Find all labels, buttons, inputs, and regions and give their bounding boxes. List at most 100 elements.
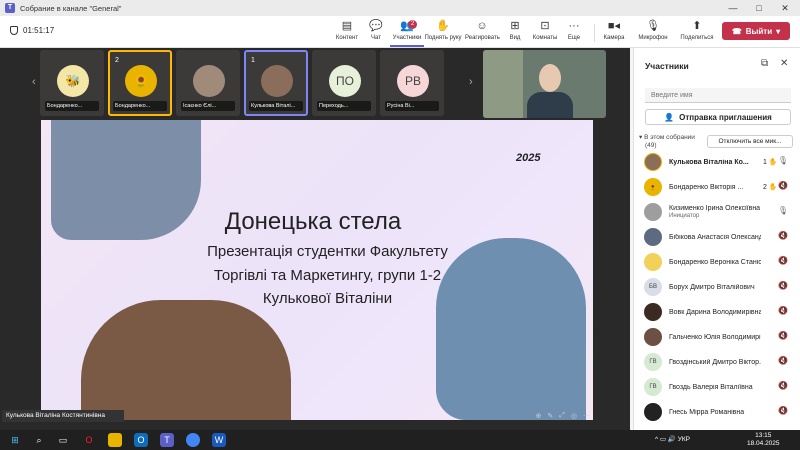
participants-button[interactable]: 👥 2 Участники (390, 20, 424, 47)
opera-icon[interactable]: O (82, 433, 96, 447)
chevron-up-icon[interactable]: ^ (655, 436, 658, 443)
pen-icon[interactable]: ✎ (547, 412, 553, 422)
mic-off-icon: 🔇 (778, 331, 788, 340)
react-label: Реагировать (465, 35, 500, 41)
chrome-icon[interactable] (186, 433, 200, 447)
participants-label: Участники (392, 35, 422, 41)
leave-label: Выйти (745, 26, 773, 36)
tile-name: Кулькова Віталі... (249, 101, 303, 111)
tile-name: Русіна Ві... (385, 101, 439, 111)
share-button[interactable]: ⬆ Поделиться (680, 20, 714, 41)
participants-badge: 2 (408, 20, 417, 29)
raise-hand-button[interactable]: ✋ Поднять руку (423, 20, 463, 41)
volume-icon[interactable]: 🔊 (668, 436, 676, 443)
clock-time: 13:15 (755, 432, 772, 439)
more-button[interactable]: ··· Еще (557, 20, 591, 41)
participant-row[interactable]: ГВ Гвоздь Валерія Віталіївна 🔇 (644, 376, 794, 398)
minimize-button[interactable]: — (720, 0, 746, 16)
participant-name-text: Кизименко Ірина Олексіївна (669, 205, 761, 212)
hand-count: 2 (763, 184, 767, 191)
close-window-button[interactable]: ✕ (772, 0, 798, 16)
participant-row[interactable]: ГВ Гвоздінський Дмитро Віктор... 🔇 (644, 351, 794, 373)
outlook-icon[interactable]: O (134, 433, 148, 447)
view-button[interactable]: ⊞ Вид (498, 20, 532, 41)
participants-panel: Участники ⧉ ✕ Введите имя 👤 Отправка при… (633, 48, 800, 430)
mic-off-icon: 🔇 (778, 356, 788, 365)
participant-tile[interactable]: 1 Кулькова Віталі... (244, 50, 308, 116)
mic-off-icon: 🔇 (778, 256, 788, 265)
section-header[interactable]: ▾ В этом собрании (49) (639, 134, 695, 150)
popout-icon[interactable]: ⧉ (761, 58, 768, 69)
participant-row[interactable]: Бібікова Анастасія Олександ... 🔇 (644, 226, 794, 248)
participant-row[interactable]: Кулькова Віталіна Ко... 1 ✋ 🎙 (644, 151, 794, 173)
network-icon[interactable]: ▭ (660, 436, 666, 443)
participant-row[interactable]: Вовк Дарина Володимирівна 🔇 (644, 301, 794, 323)
panel-title: Участники (645, 61, 689, 71)
close-icon[interactable]: ✕ (780, 58, 788, 69)
teams-taskbar-icon[interactable]: T (160, 433, 174, 447)
participant-row[interactable]: Кизименко Ірина Олексіївна Инициатор 🎙 (644, 201, 794, 223)
participant-name: Бібікова Анастасія Олександ... (669, 233, 761, 241)
slide-subtitle-line3: Кулькової Віталіни (262, 290, 393, 307)
invite-button[interactable]: 👤 Отправка приглашения (645, 109, 791, 125)
participant-row[interactable]: Гнесь Мірра Романівна 🔇 (644, 401, 794, 423)
thumbnail-strip: 🐝 Бондаренко... 2 🌻 Бондаренко... Ісаєнк… (40, 50, 478, 118)
chat-button[interactable]: 💬 Чат (359, 20, 393, 41)
participant-tile[interactable]: ПО Переходь... (312, 50, 376, 116)
mute-all-button[interactable]: Отключить все мик... (707, 135, 793, 148)
chevron-right-icon[interactable]: › (469, 76, 473, 88)
avatar (261, 65, 293, 97)
mic-off-icon: 🔇 (778, 381, 788, 390)
participant-tile[interactable]: РВ Русіна Ві... (380, 50, 444, 116)
camera-background (483, 50, 523, 118)
meeting-timer: 01:51:17 (10, 26, 54, 35)
mic-off-icon: 🔇 (778, 306, 788, 315)
share-icon: ⬆ (692, 20, 702, 32)
participant-row[interactable]: 🌻 Бондаренко Вікторія ... 2 ✋ 🔇 (644, 176, 794, 198)
camera-label: Камера (603, 35, 625, 41)
participant-row[interactable]: Гальченко Юлія Володимирі... 🔇 (644, 326, 794, 348)
participant-name: Гальченко Юлія Володимирі... (669, 333, 761, 341)
chat-icon: 💬 (369, 20, 383, 32)
presenter-camera (483, 50, 606, 118)
fit-icon[interactable]: ⤢ (559, 412, 565, 422)
camera-button[interactable]: ■◂ Камера (597, 20, 631, 41)
pointer-icon[interactable]: ◎ (571, 412, 577, 422)
maximize-button[interactable]: □ (746, 0, 772, 16)
search-icon[interactable]: ⌕ (32, 433, 46, 447)
participant-name: Гнесь Мірра Романівна (669, 408, 745, 416)
tile-name: Ісаєнко Єлі... (181, 101, 235, 111)
clock[interactable]: 13:15 18.04.2025 (747, 432, 780, 448)
slide-title: Донецька стела (224, 208, 402, 235)
system-tray: ^ ▭ 🔊 УКР (655, 435, 690, 443)
avatar (644, 203, 662, 221)
react-button[interactable]: ☺ Реагировать (465, 20, 500, 41)
shield-icon (10, 26, 18, 35)
participant-tile[interactable]: Ісаєнко Єлі... (176, 50, 240, 116)
participant-tile[interactable]: 🐝 Бондаренко... (40, 50, 104, 116)
word-icon[interactable]: W (212, 433, 226, 447)
avatar (644, 253, 662, 271)
language-indicator[interactable]: УКР (678, 436, 690, 443)
windows-start-icon[interactable]: ⊞ (8, 433, 22, 447)
hand-icon: ✋ (436, 20, 450, 32)
chevron-left-icon[interactable]: ‹ (32, 76, 36, 88)
participant-row[interactable]: БВ Борух Дмитро Віталійович 🔇 (644, 276, 794, 298)
people-icon: 👥 (400, 20, 414, 32)
participant-name: Гвоздь Валерія Віталіївна (669, 383, 753, 391)
participant-tile[interactable]: 2 🌻 Бондаренко... (108, 50, 172, 116)
more-icon[interactable]: ⋯ (583, 412, 590, 422)
section-label: В этом собрании (644, 134, 695, 141)
participant-name: Борух Дмитро Віталійович (669, 283, 755, 291)
participant-row[interactable]: Бондаренко Вероніка Станіс... 🔇 (644, 251, 794, 273)
avatar (644, 328, 662, 346)
file-explorer-icon[interactable] (108, 433, 122, 447)
participant-name: Кулькова Віталіна Ко... (669, 158, 749, 166)
teams-icon: T (5, 3, 15, 13)
leave-button[interactable]: ☎ Выйти ▾ (722, 22, 790, 40)
presenter-face (539, 64, 561, 92)
task-view-icon[interactable]: ▭ (56, 433, 70, 447)
zoom-icon[interactable]: ⊕ (536, 412, 542, 422)
mic-button[interactable]: 🎙 Микрофон (636, 20, 670, 41)
participant-search-input[interactable]: Введите имя (645, 88, 791, 103)
